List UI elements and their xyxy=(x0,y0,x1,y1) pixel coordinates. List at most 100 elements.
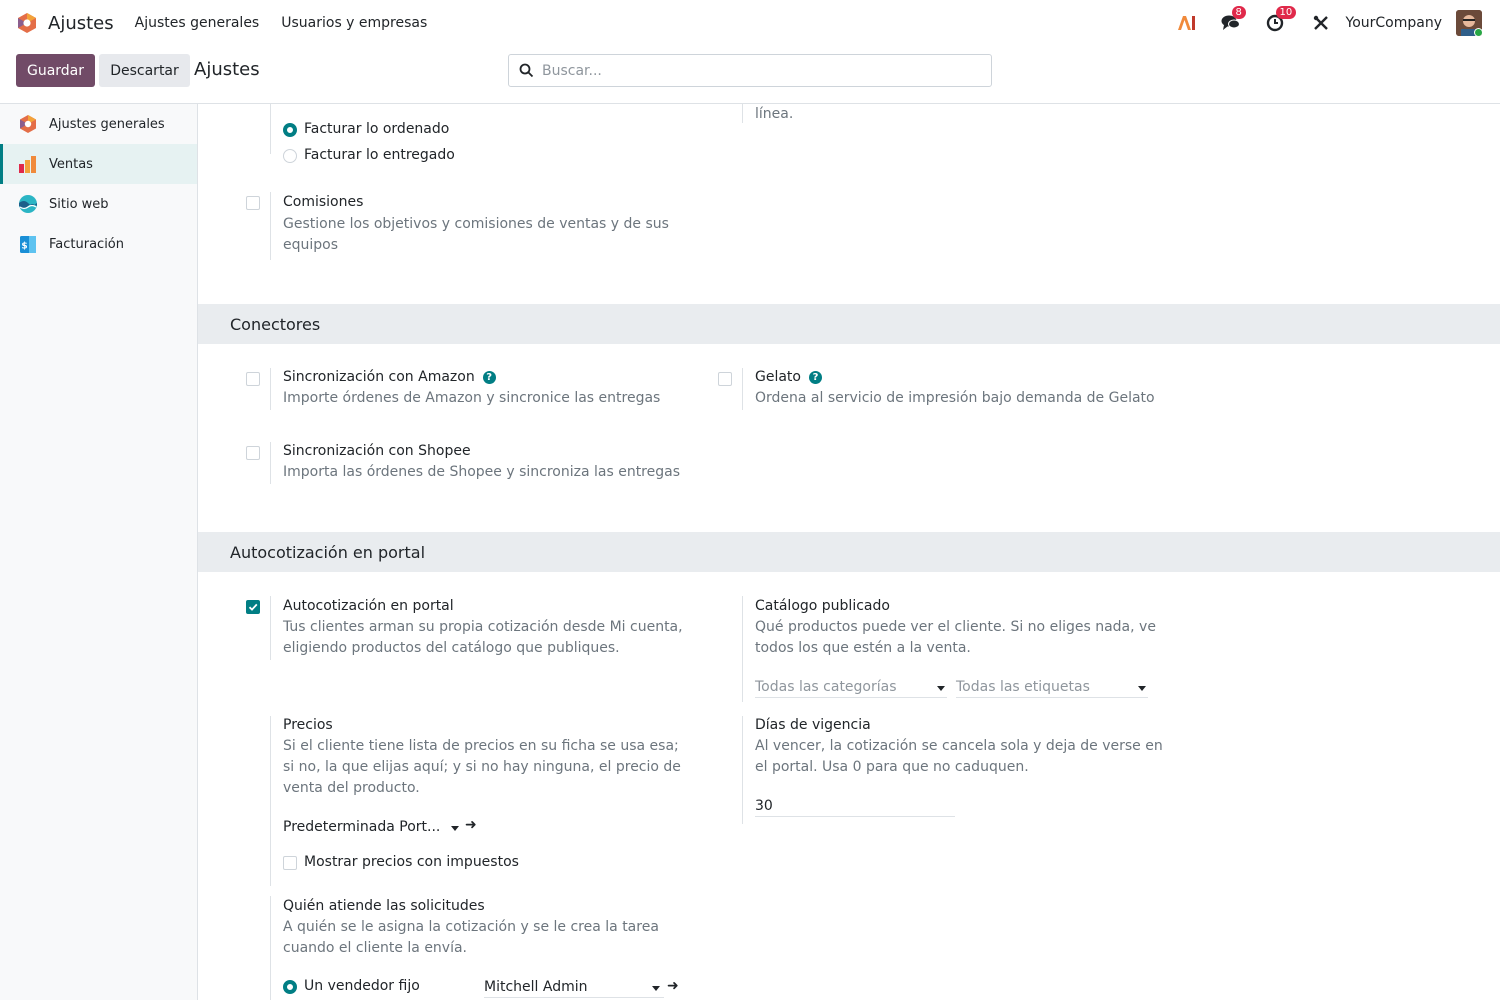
shopee-sync-title: Sincronización con Shopee xyxy=(283,443,471,459)
gelato-title: Gelato? xyxy=(755,369,822,385)
sidebar-item-invoicing[interactable]: $ Facturación xyxy=(0,224,197,264)
self-quote-checkbox[interactable] xyxy=(246,600,260,614)
gelato-title-text: Gelato xyxy=(755,369,801,385)
setting-divider xyxy=(270,192,271,260)
chevron-down-icon xyxy=(937,686,945,691)
menu-general-settings[interactable]: Ajustes generales xyxy=(135,15,260,31)
online-status-dot xyxy=(1474,28,1482,36)
discard-button[interactable]: Descartar xyxy=(99,54,190,87)
self-quote-title: Autocotización en portal xyxy=(283,598,454,614)
setting-divider xyxy=(270,368,271,410)
section-heading-portal-self-quote: Autocotización en portal xyxy=(198,532,1500,572)
catalog-categories-select[interactable]: Todas las categorías xyxy=(755,676,947,698)
fixed-salesperson-radio[interactable] xyxy=(283,980,297,994)
pricelist-select[interactable]: Predeterminada Port... xyxy=(283,816,463,838)
setting-divider xyxy=(270,104,271,154)
save-button[interactable]: Guardar xyxy=(16,54,95,87)
validity-days-description: Al vencer, la cotización se cancela sola… xyxy=(755,738,1163,775)
amazon-sync-title-text: Sincronización con Amazon xyxy=(283,369,475,385)
setting-divider xyxy=(270,596,271,660)
search-input[interactable] xyxy=(542,62,962,79)
invoice-policy-ordered-label[interactable]: Facturar lo ordenado xyxy=(304,121,449,137)
pricelist-value: Predeterminada Port... xyxy=(283,819,441,835)
setting-divider xyxy=(742,104,743,123)
settings-sidebar: Ajustes generales Ventas Sitio web $ Fac… xyxy=(0,104,198,1000)
setting-divider xyxy=(742,716,743,824)
internal-link-arrow-icon[interactable]: ➜ xyxy=(667,978,679,994)
fixed-salesperson-label[interactable]: Un vendedor fijo xyxy=(304,978,420,994)
invoice-policy-delivered-radio[interactable] xyxy=(283,149,297,163)
help-icon[interactable]: ? xyxy=(809,371,822,384)
amazon-sync-description: Importe órdenes de Amazon y sincronice l… xyxy=(283,390,661,406)
navbar-systray: 8 10 YourCompany xyxy=(1176,0,1482,46)
invoice-policy-delivered-label[interactable]: Facturar lo entregado xyxy=(304,147,455,163)
setting-divider xyxy=(270,896,271,1000)
messages-icon[interactable]: 8 xyxy=(1220,6,1246,34)
company-switcher[interactable]: YourCompany xyxy=(1346,15,1443,31)
prices-title: Precios xyxy=(283,717,333,733)
control-panel: Guardar Descartar Ajustes xyxy=(0,46,1500,104)
debug-tools-icon[interactable] xyxy=(1310,12,1332,34)
show-taxes-label[interactable]: Mostrar precios con impuestos xyxy=(304,854,519,870)
app-logo-icon[interactable] xyxy=(16,12,38,34)
checkmark-icon xyxy=(248,603,258,611)
activities-badge: 10 xyxy=(1275,6,1297,19)
help-icon[interactable]: ? xyxy=(482,371,496,384)
chevron-down-icon xyxy=(451,826,459,831)
validity-days-value: 30 xyxy=(755,797,773,814)
internal-link-arrow-icon[interactable]: ➜ xyxy=(465,817,477,833)
menu-users-companies[interactable]: Usuarios y empresas xyxy=(281,15,427,31)
assignee-title: Quién atiende las solicitudes xyxy=(283,898,485,914)
prices-description: Si el cliente tiene lista de precios en … xyxy=(283,738,681,796)
self-quote-description: Tus clientes arman su propia cotización … xyxy=(283,619,683,656)
sidebar-item-sales[interactable]: Ventas xyxy=(0,144,197,184)
sidebar-item-label: Facturación xyxy=(49,236,124,252)
catalog-title: Catálogo publicado xyxy=(755,598,890,614)
show-taxes-checkbox[interactable] xyxy=(283,856,297,870)
chevron-down-icon xyxy=(652,986,660,991)
setting-divider xyxy=(270,716,271,886)
gelato-checkbox[interactable] xyxy=(718,372,732,386)
setting-description: línea. xyxy=(755,106,794,122)
catalog-tags-placeholder: Todas las etiquetas xyxy=(956,678,1090,695)
top-navbar: Ajustes Ajustes generales Usuarios y emp… xyxy=(0,0,1500,46)
invoicing-app-icon: $ xyxy=(20,236,36,253)
search-icon xyxy=(519,63,534,78)
user-avatar[interactable] xyxy=(1456,10,1482,36)
shopee-sync-checkbox[interactable] xyxy=(246,446,260,460)
search-bar[interactable] xyxy=(508,54,992,87)
amazon-sync-checkbox[interactable] xyxy=(246,372,260,386)
shopee-sync-description: Importa las órdenes de Shopee y sincroni… xyxy=(283,464,681,480)
chevron-down-icon xyxy=(1138,686,1146,691)
setting-divider xyxy=(742,596,743,702)
svg-text:$: $ xyxy=(21,242,27,252)
commissions-title: Comisiones xyxy=(283,194,364,210)
commissions-description: Gestione los objetivos y comisiones de v… xyxy=(283,216,669,253)
catalog-categories-placeholder: Todas las categorías xyxy=(755,678,897,695)
app-name[interactable]: Ajustes xyxy=(48,13,114,34)
messages-badge: 8 xyxy=(1231,6,1246,19)
activities-icon[interactable]: 10 xyxy=(1264,6,1297,34)
sidebar-item-general-settings[interactable]: Ajustes generales xyxy=(0,104,197,144)
page-title: Ajustes xyxy=(194,59,260,80)
commissions-checkbox[interactable] xyxy=(246,196,260,210)
setting-divider xyxy=(270,442,271,484)
catalog-tags-select[interactable]: Todas las etiquetas xyxy=(956,676,1148,698)
setting-divider xyxy=(742,368,743,410)
invoice-policy-ordered-radio[interactable] xyxy=(283,123,297,137)
validity-days-input[interactable]: 30 xyxy=(755,795,955,817)
sidebar-item-website[interactable]: Sitio web xyxy=(0,184,197,224)
website-app-icon xyxy=(19,195,37,213)
salesperson-select[interactable]: Mitchell Admin xyxy=(484,976,664,998)
section-heading-connectors: Conectores xyxy=(198,304,1500,344)
amazon-sync-title: Sincronización con Amazon? xyxy=(283,369,496,385)
gelato-description: Ordena al servicio de impresión bajo dem… xyxy=(755,390,1155,406)
sales-app-icon xyxy=(19,156,36,173)
settings-content: línea. Facturar lo ordenado Facturar lo … xyxy=(198,104,1500,1000)
sidebar-item-label: Ventas xyxy=(49,156,93,172)
salesperson-value: Mitchell Admin xyxy=(484,978,588,995)
settings-app-icon xyxy=(20,115,36,133)
validity-days-title: Días de vigencia xyxy=(755,717,871,733)
ai-icon[interactable] xyxy=(1176,12,1198,34)
assignee-description: A quién se le asigna la cotización y se … xyxy=(283,919,659,956)
